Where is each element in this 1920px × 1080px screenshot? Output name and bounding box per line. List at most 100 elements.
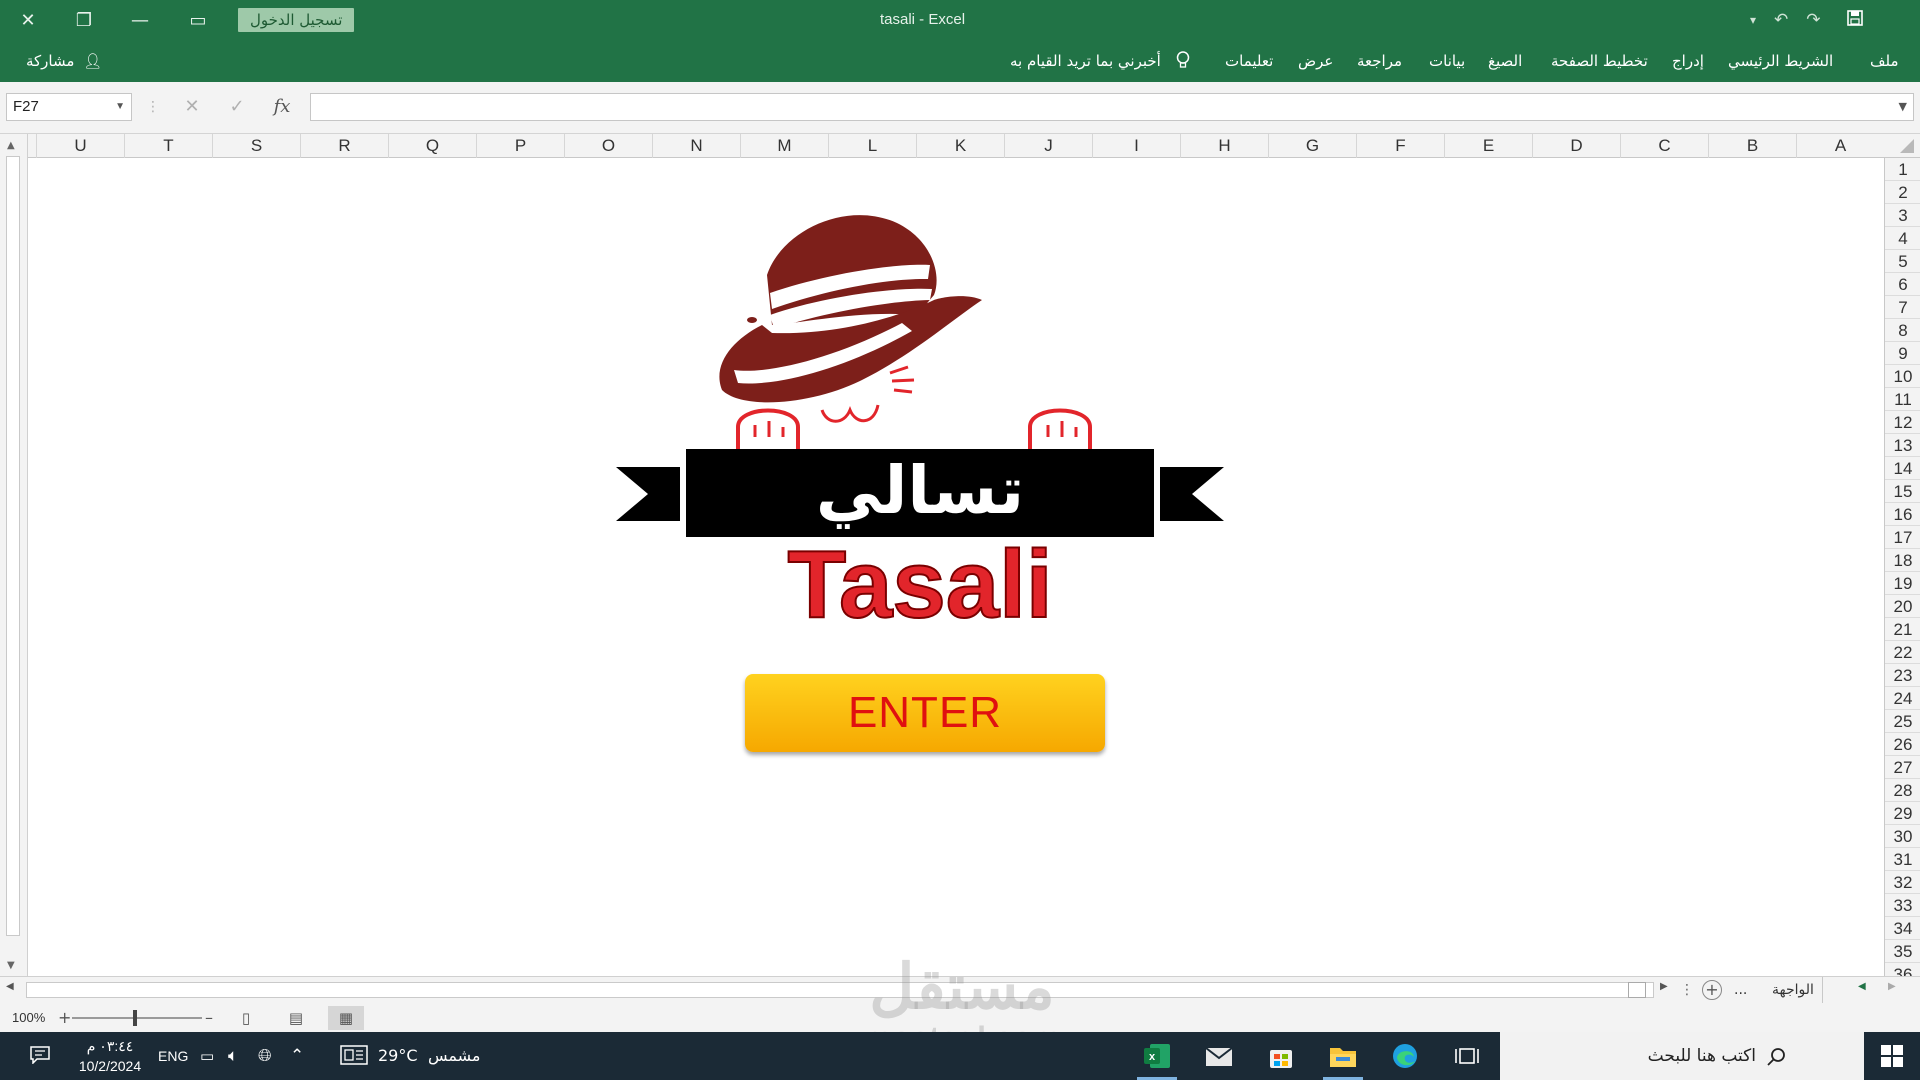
column-header-e[interactable]: E [1444, 134, 1532, 158]
scroll-down-icon[interactable]: ▼ [7, 960, 15, 971]
zoom-slider[interactable] [72, 1017, 202, 1019]
row-header-14[interactable]: 14 [1885, 457, 1920, 480]
close-icon[interactable]: ✕ [0, 0, 56, 40]
scroll-right-icon[interactable]: ▶ [1660, 981, 1668, 992]
column-header-l[interactable]: L [828, 134, 916, 158]
column-header-r[interactable]: R [300, 134, 388, 158]
column-header-i[interactable]: I [1092, 134, 1180, 158]
more-options-icon[interactable]: ⋮ [1680, 977, 1694, 1003]
file-explorer-icon[interactable] [1313, 1032, 1373, 1080]
battery-icon[interactable]: ▭ [200, 1032, 214, 1080]
more-sheets-button[interactable]: ... [1734, 977, 1747, 1003]
column-header-m[interactable]: M [740, 134, 828, 158]
row-header-36[interactable]: 36 [1885, 963, 1920, 976]
show-hidden-icons-icon[interactable]: ⌃ [290, 1032, 304, 1080]
column-header-t[interactable]: T [124, 134, 212, 158]
zoom-level[interactable]: 100% [12, 1004, 45, 1032]
column-header-k[interactable]: K [916, 134, 1004, 158]
row-header-28[interactable]: 28 [1885, 779, 1920, 802]
weather-icon[interactable] [340, 1032, 368, 1080]
column-header-q[interactable]: Q [388, 134, 476, 158]
restore-icon[interactable]: ❐ [56, 0, 112, 40]
undo-icon[interactable]: ↶ [1774, 10, 1788, 30]
row-header-15[interactable]: 15 [1885, 480, 1920, 503]
column-header-o[interactable]: O [564, 134, 652, 158]
vertical-scrollbar[interactable]: ▲ ▼ [0, 134, 28, 976]
row-header-8[interactable]: 8 [1885, 319, 1920, 342]
tell-me-box[interactable]: أخبرني بما تريد القيام به [1010, 40, 1190, 82]
tab-view[interactable]: عرض [1298, 40, 1333, 82]
row-header-21[interactable]: 21 [1885, 618, 1920, 641]
sheet-nav-prev-icon[interactable]: ◀ [1858, 981, 1866, 992]
row-header-22[interactable]: 22 [1885, 641, 1920, 664]
scroll-thumb-h[interactable] [1628, 982, 1646, 998]
zoom-out-icon[interactable]: – [205, 1004, 213, 1032]
input-language[interactable]: ENG [158, 1032, 188, 1080]
scroll-up-icon[interactable]: ▲ [7, 140, 15, 151]
formula-input[interactable]: ▼ [310, 93, 1914, 121]
row-header-10[interactable]: 10 [1885, 365, 1920, 388]
insert-function-icon[interactable]: fx [268, 93, 296, 121]
row-header-25[interactable]: 25 [1885, 710, 1920, 733]
sheet-nav-next-icon[interactable]: ▶ [1888, 981, 1896, 992]
new-sheet-button[interactable]: + [1702, 980, 1722, 1000]
row-header-5[interactable]: 5 [1885, 250, 1920, 273]
scroll-thumb[interactable] [6, 156, 20, 936]
name-box[interactable]: F27 ▼ [6, 93, 132, 121]
clock[interactable]: ٠٣:٤٤ م 10/2/2024 [70, 1036, 150, 1076]
row-header-19[interactable]: 19 [1885, 572, 1920, 595]
column-header-n[interactable]: N [652, 134, 740, 158]
enter-button[interactable]: ENTER [745, 674, 1105, 752]
column-header-a[interactable]: A [1796, 134, 1884, 158]
row-header-4[interactable]: 4 [1885, 227, 1920, 250]
signin-button[interactable]: تسجيل الدخول [238, 8, 355, 32]
expand-formula-bar-icon[interactable]: ▼ [1899, 100, 1907, 113]
row-header-35[interactable]: 35 [1885, 940, 1920, 963]
tab-data[interactable]: بيانات [1429, 40, 1465, 82]
redo-icon[interactable]: ↷ [1806, 10, 1820, 30]
row-header-12[interactable]: 12 [1885, 411, 1920, 434]
edge-browser-icon[interactable] [1375, 1032, 1435, 1080]
row-header-33[interactable]: 33 [1885, 894, 1920, 917]
column-header-u[interactable]: U [36, 134, 124, 158]
column-header-b[interactable]: B [1708, 134, 1796, 158]
excel-app-icon[interactable]: x [1127, 1032, 1187, 1080]
scroll-left-icon[interactable]: ◀ [6, 981, 14, 992]
column-header-s[interactable]: S [212, 134, 300, 158]
row-header-20[interactable]: 20 [1885, 595, 1920, 618]
cancel-icon[interactable]: ✕ [180, 93, 204, 121]
column-header-p[interactable]: P [476, 134, 564, 158]
chevron-down-icon[interactable]: ▼ [115, 94, 125, 120]
tab-page-layout[interactable]: تخطيط الصفحة [1551, 40, 1648, 82]
tab-review[interactable]: مراجعة [1357, 40, 1402, 82]
select-all-corner[interactable] [1884, 134, 1920, 158]
column-header-g[interactable]: G [1268, 134, 1356, 158]
row-header-9[interactable]: 9 [1885, 342, 1920, 365]
column-header-j[interactable]: J [1004, 134, 1092, 158]
customize-qat-icon[interactable]: ▾ [1750, 13, 1756, 27]
notifications-icon[interactable] [30, 1032, 50, 1080]
row-header-34[interactable]: 34 [1885, 917, 1920, 940]
row-header-32[interactable]: 32 [1885, 871, 1920, 894]
mail-app-icon[interactable] [1189, 1032, 1249, 1080]
row-header-2[interactable]: 2 [1885, 181, 1920, 204]
row-header-18[interactable]: 18 [1885, 549, 1920, 572]
task-view-icon[interactable] [1437, 1032, 1497, 1080]
row-header-11[interactable]: 11 [1885, 388, 1920, 411]
row-header-27[interactable]: 27 [1885, 756, 1920, 779]
share-button[interactable]: مشاركة 👤︎ [26, 40, 102, 82]
sheet-tab-active[interactable]: الواجهة [1764, 977, 1823, 1003]
column-header-c[interactable]: C [1620, 134, 1708, 158]
volume-icon[interactable]: 🔈︎ [228, 1032, 238, 1080]
weather-condition[interactable]: مشمس [428, 1032, 481, 1080]
row-header-6[interactable]: 6 [1885, 273, 1920, 296]
ribbon-display-options-icon[interactable]: ▭ [170, 0, 226, 40]
row-header-7[interactable]: 7 [1885, 296, 1920, 319]
tab-formulas[interactable]: الصيغ [1488, 40, 1522, 82]
column-header-d[interactable]: D [1532, 134, 1620, 158]
column-header-f[interactable]: F [1356, 134, 1444, 158]
zoom-slider-thumb[interactable] [133, 1010, 137, 1026]
row-header-30[interactable]: 30 [1885, 825, 1920, 848]
taskbar-search[interactable]: اكتب هنا للبحث [1500, 1032, 1864, 1080]
start-button[interactable] [1864, 1032, 1920, 1080]
